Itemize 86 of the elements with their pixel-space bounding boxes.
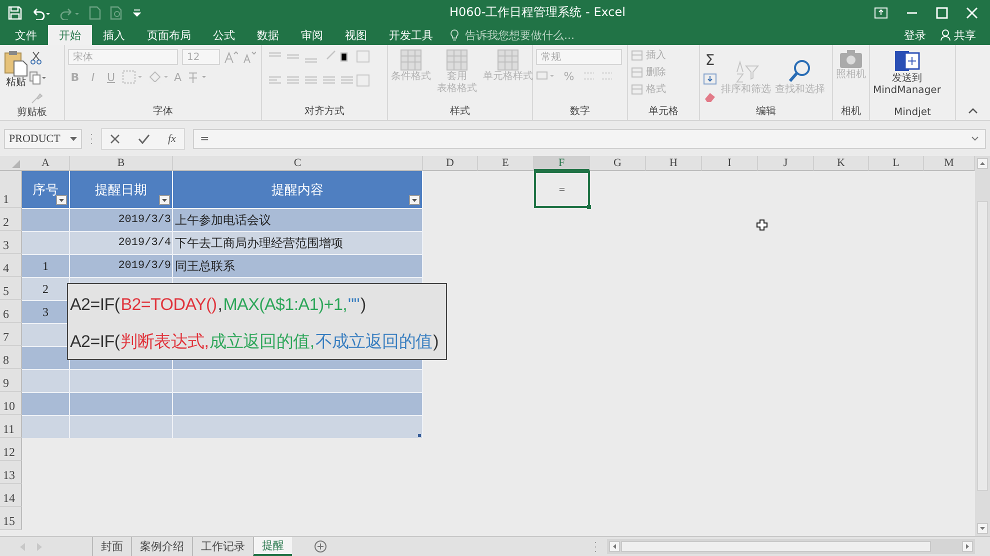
formula-text: 判断表达式, [120, 332, 209, 351]
ribbon-tab[interactable]: 插入 [92, 25, 136, 45]
column-header[interactable]: J [758, 156, 814, 171]
table-cell: 2 [22, 277, 70, 300]
formula-text: , [218, 295, 222, 314]
row-header[interactable]: 10 [0, 392, 22, 415]
sheet-tab[interactable]: 封面 [92, 537, 131, 556]
formula-text: 成立返回的值, [210, 332, 314, 351]
table-cell: 3 [22, 300, 70, 323]
formula-field[interactable]: = [192, 128, 986, 148]
sign-in-link[interactable]: 登录 [904, 28, 926, 42]
column-header[interactable]: F [534, 156, 590, 171]
formula-text: 不成立返回的值 [315, 332, 432, 351]
column-header[interactable]: L [869, 156, 924, 171]
paste-button[interactable]: 粘贴 [3, 49, 29, 89]
group-label: 编辑 [755, 104, 777, 118]
ribbon-tab[interactable]: 开始 [48, 25, 92, 45]
formula-text: "" [348, 295, 360, 314]
font-name-field: 宋体 [68, 49, 178, 65]
table-cell: 2019/3/4 [70, 231, 173, 254]
font-size-field: 12 [182, 49, 220, 65]
group-label: 剪贴板 [16, 106, 48, 119]
row-header[interactable]: 3 [0, 231, 22, 254]
ribbon-tab[interactable]: 审阅 [290, 25, 334, 45]
row-header[interactable]: 9 [0, 369, 22, 392]
column-header[interactable]: I [702, 156, 758, 171]
table-cell: 2019/3/3 [70, 208, 173, 231]
table-cell: 上午参加电话会议 [173, 208, 423, 231]
send-to-mindmanager-button[interactable]: 发送到 MindManager [873, 49, 941, 97]
active-cell[interactable]: = [534, 171, 590, 208]
column-header[interactable]: D [423, 156, 478, 171]
table-cell: 1 [22, 254, 70, 277]
formula-text: MAX(A$1:A1)+1, [223, 295, 348, 314]
row-header[interactable]: 6 [0, 300, 22, 323]
autosum-button[interactable]: Σ [703, 52, 717, 66]
table-header-cell: 提醒内容 [173, 171, 423, 208]
column-header[interactable]: M [924, 156, 975, 171]
row-header[interactable]: 13 [0, 461, 22, 484]
formula-text: A2=IF( [70, 295, 120, 314]
row-header[interactable]: 11 [0, 415, 22, 438]
formula-text: A2=IF( [70, 332, 120, 351]
group-label: 字体 [152, 104, 174, 118]
row-header[interactable]: 1 [0, 171, 22, 208]
insert-function-button[interactable]: fx [168, 132, 176, 144]
row-header[interactable]: 2 [0, 208, 22, 231]
ribbon-tab[interactable]: 公式 [202, 25, 246, 45]
formula-text: B2=TODAY() [120, 295, 217, 314]
column-header[interactable]: G [590, 156, 646, 171]
table-cell: 下午去工商局办理经营范围增项 [173, 231, 423, 254]
group-label: Mindjet [893, 107, 932, 118]
group-label: 对齐方式 [304, 104, 346, 118]
group-label: 相机 [840, 104, 862, 118]
table-header-cell: 提醒日期 [70, 171, 173, 208]
group-label: 单元格 [648, 104, 680, 118]
table-cell: 同王总联系 [173, 254, 423, 277]
sheet-tab[interactable]: 案例介绍 [131, 537, 192, 556]
table-cell: 2019/3/9 [70, 254, 173, 277]
column-header[interactable]: A [22, 156, 70, 171]
row-header[interactable]: 4 [0, 254, 22, 277]
column-header[interactable]: K [814, 156, 869, 171]
column-header[interactable]: B [70, 156, 173, 171]
name-box[interactable]: PRODUCT [4, 128, 82, 148]
ribbon-tab[interactable]: 开发工具 [378, 25, 444, 45]
sheet-tab[interactable]: 提醒 [253, 537, 292, 556]
tell-me-field[interactable]: 告诉我您想要做什么... [463, 28, 597, 42]
ribbon-tab[interactable]: 文件 [4, 25, 48, 45]
row-header[interactable]: 5 [0, 277, 22, 300]
formula-text: ) [360, 295, 366, 314]
row-header[interactable]: 14 [0, 484, 22, 507]
window-title: H060-工作日程管理系统 - Excel [448, 4, 626, 21]
group-label: 样式 [449, 104, 471, 118]
share-button[interactable]: 共享 [940, 28, 976, 42]
row-header[interactable]: 8 [0, 346, 22, 369]
column-header[interactable]: E [478, 156, 534, 171]
ribbon-tab[interactable]: 数据 [246, 25, 290, 45]
number-format-field: 常规 [536, 49, 622, 65]
ribbon-tab[interactable]: 页面布局 [136, 25, 202, 45]
table-header-cell: 序号 [22, 171, 70, 208]
column-header[interactable]: H [646, 156, 702, 171]
ribbon-tab[interactable]: 视图 [334, 25, 378, 45]
formula-text: ) [433, 332, 439, 351]
row-header[interactable]: 12 [0, 438, 22, 461]
column-header[interactable]: C [173, 156, 423, 171]
row-header[interactable]: 15 [0, 507, 22, 530]
row-header[interactable]: 7 [0, 323, 22, 346]
group-label: 数字 [569, 104, 591, 118]
